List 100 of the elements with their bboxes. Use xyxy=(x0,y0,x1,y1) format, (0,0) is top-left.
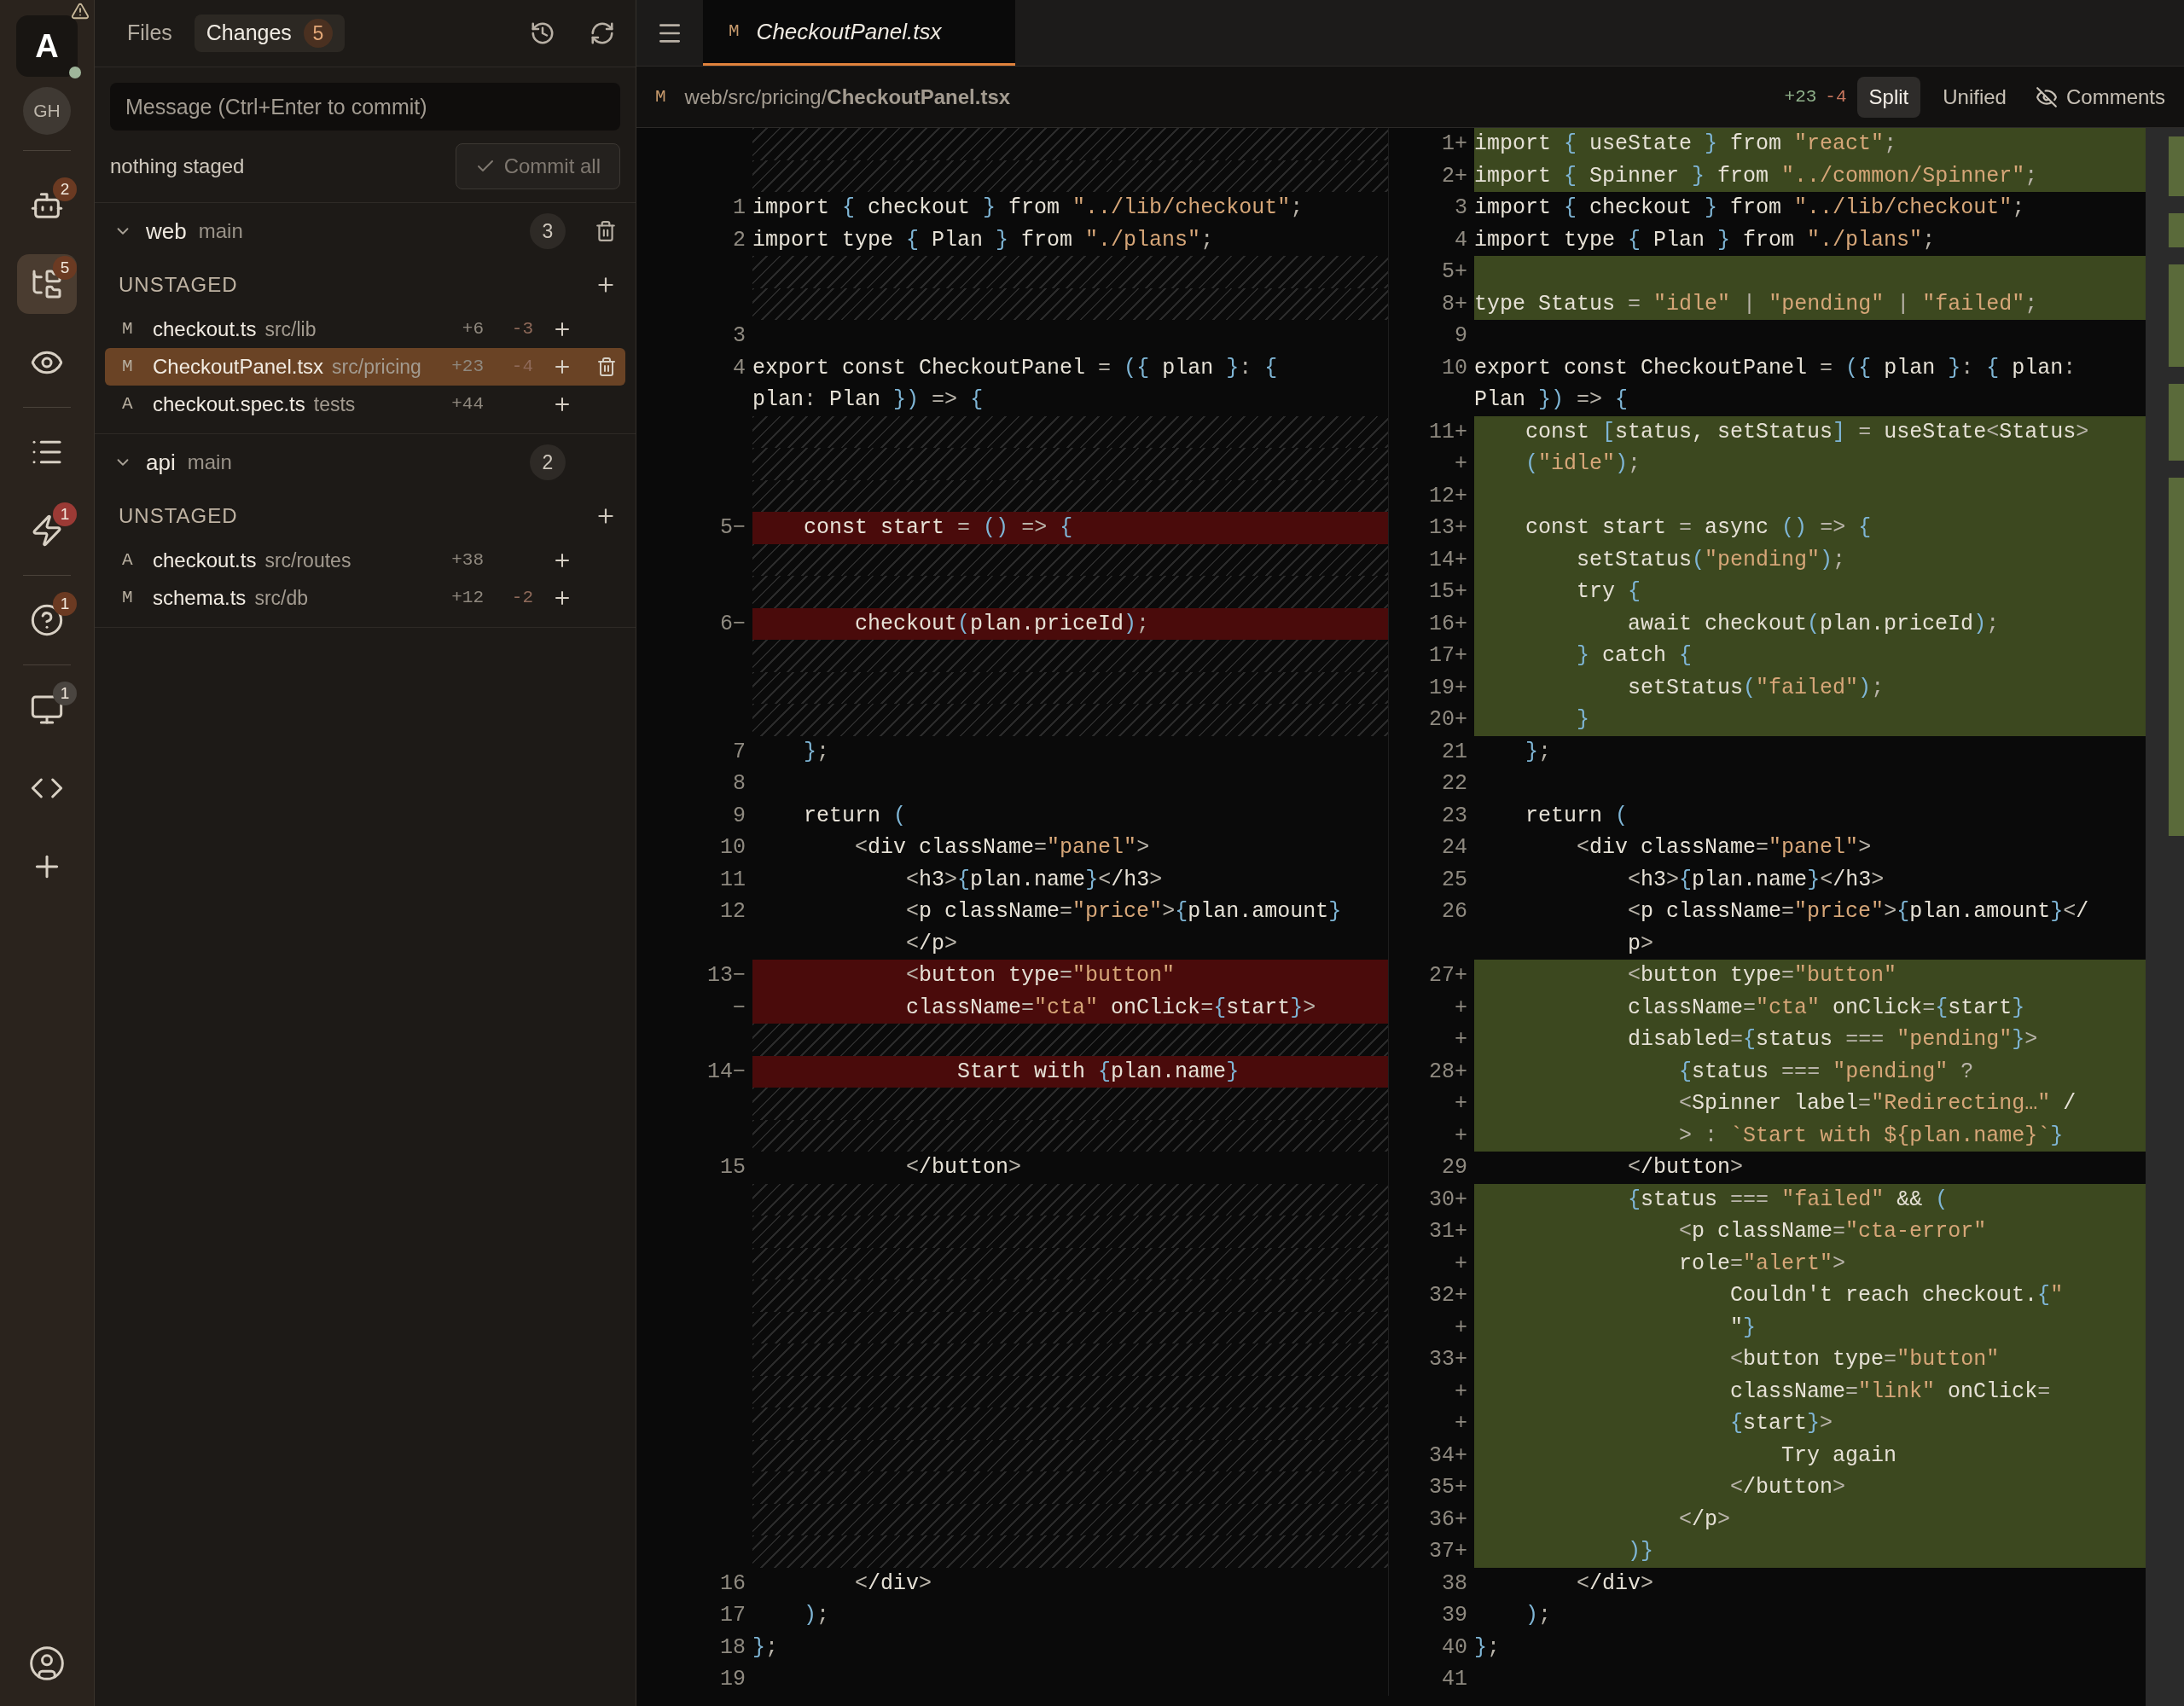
view-mode-toggle[interactable]: Split xyxy=(1856,76,1921,118)
code-line: <h3>{plan.name}</h3> xyxy=(1627,866,1885,894)
code-line: export const CheckoutPanel = ({ plan }: { plan: xyxy=(1474,354,2077,382)
file-name: checkout.ts xyxy=(153,316,257,342)
file-row[interactable]: A checkout.ts src/routes +38 xyxy=(105,542,625,579)
line-number: 32+ xyxy=(1429,1285,1467,1307)
line-number: 4 xyxy=(733,357,746,379)
activity-button[interactable]: 5 xyxy=(17,254,77,314)
history-icon[interactable] xyxy=(530,20,555,46)
line-number: 18 xyxy=(720,1636,746,1658)
line-number: 21 xyxy=(1442,740,1467,763)
line-number: 5+ xyxy=(1442,261,1467,283)
repo-name: api xyxy=(146,448,176,477)
eye-off-icon xyxy=(2035,85,2058,108)
line-number: 33+ xyxy=(1429,1349,1467,1371)
branch-name: main xyxy=(198,218,243,244)
view-mode-toggle[interactable]: Unified xyxy=(1931,76,2018,118)
commit-message-field[interactable]: Message (Ctrl+Enter to commit) xyxy=(110,83,620,131)
editor-tab[interactable]: M CheckoutPanel.tsx xyxy=(703,0,1015,66)
line-number: 8 xyxy=(733,773,746,795)
line-number: 13− xyxy=(707,965,746,987)
line-number: 19+ xyxy=(1429,676,1467,699)
line-number: 3 xyxy=(733,325,746,347)
comments-button[interactable]: Comments xyxy=(2035,81,2165,113)
file-directory: src/routes xyxy=(264,548,351,573)
workspace-button[interactable]: A xyxy=(16,15,78,77)
code-line: <h3>{plan.name}</h3> xyxy=(905,866,1164,894)
repo-name: web xyxy=(146,217,187,246)
file-row[interactable]: A checkout.spec.ts tests +44 xyxy=(105,386,625,423)
line-number: 16 xyxy=(720,1572,746,1594)
file-name: checkout.ts xyxy=(153,548,257,573)
line-number: 24 xyxy=(1442,837,1467,859)
code-line: }; xyxy=(1525,738,1553,766)
profile-icon[interactable] xyxy=(28,1645,66,1682)
line-number: 8+ xyxy=(1442,293,1467,315)
code-line: ); xyxy=(803,1602,831,1629)
trash-icon[interactable] xyxy=(596,357,617,377)
refresh-icon[interactable] xyxy=(590,20,615,46)
file-status: A xyxy=(122,549,134,572)
code-line: return ( xyxy=(803,802,908,830)
additions-count: +38 xyxy=(451,549,484,572)
line-number: 4 xyxy=(1455,229,1467,251)
line-number: + xyxy=(1455,1252,1467,1274)
file-status: M xyxy=(729,20,740,44)
file-status: M xyxy=(122,587,134,610)
code-line: }; xyxy=(752,1633,780,1662)
activity-button[interactable]: 1 xyxy=(17,501,77,560)
section-heading: UNSTAGED xyxy=(119,503,238,529)
line-number: 38 xyxy=(1442,1572,1467,1594)
code-line: import type { Plan } from "./plans"; xyxy=(1474,226,1937,254)
code-line: import { checkout } from "../lib/checkout"; xyxy=(752,194,1304,222)
file-name: CheckoutPanel.tsx xyxy=(153,354,324,380)
code-line: }; xyxy=(1474,1633,1502,1662)
additions-count: +6 xyxy=(462,318,484,341)
line-number: 40 xyxy=(1442,1636,1467,1658)
line-number: + xyxy=(1455,1093,1467,1115)
line-number: 10 xyxy=(1442,357,1467,379)
line-number: 29 xyxy=(1442,1157,1467,1179)
line-number: + xyxy=(1455,1124,1467,1146)
file-directory: src/db xyxy=(254,585,308,611)
file-row[interactable]: M checkout.ts src/lib +6 -3 xyxy=(105,310,625,348)
line-number: 1 xyxy=(733,197,746,219)
tab-label: CheckoutPanel.tsx xyxy=(756,17,942,46)
line-number: 2+ xyxy=(1442,165,1467,187)
activity-button[interactable]: 1 xyxy=(17,590,77,650)
count-badge: 5 xyxy=(303,19,333,48)
activity-button[interactable]: 2 xyxy=(17,176,77,235)
code-line: }; xyxy=(803,738,831,766)
deletions-count: -3 xyxy=(511,318,533,341)
line-number: 13+ xyxy=(1429,517,1467,539)
line-number: 27+ xyxy=(1429,965,1467,987)
line-number: 41 xyxy=(1442,1668,1467,1691)
line-number: 7 xyxy=(733,740,746,763)
line-number: 30+ xyxy=(1429,1188,1467,1210)
file-status: M xyxy=(122,356,134,379)
line-number: 16+ xyxy=(1429,612,1467,635)
panel-tab[interactable]: Changes 5 xyxy=(194,15,345,52)
additions-count: +12 xyxy=(451,587,484,610)
code-line: import { checkout } from "../lib/checkout"; xyxy=(1474,194,2026,222)
code-line: plan: Plan }) => { xyxy=(752,386,985,414)
line-number: + xyxy=(1455,1316,1467,1338)
account-avatar[interactable]: GH xyxy=(23,87,71,135)
notification-badge: 2 xyxy=(53,177,77,201)
line-number: + xyxy=(1455,1413,1467,1435)
line-number: 31+ xyxy=(1429,1221,1467,1243)
line-number: + xyxy=(1455,1380,1467,1402)
file-name: schema.ts xyxy=(153,585,247,611)
panel-tab[interactable]: Files xyxy=(115,15,184,52)
file-row[interactable]: M schema.ts src/db +12 -2 xyxy=(105,579,625,617)
trash-icon[interactable] xyxy=(595,220,617,242)
file-status: M xyxy=(122,318,134,341)
line-number: 17+ xyxy=(1429,645,1467,667)
code-line: <div className="panel"> xyxy=(854,834,1151,862)
line-number: 3 xyxy=(1455,197,1467,219)
additions-count: +23 xyxy=(1784,85,1817,108)
line-number: 1+ xyxy=(1442,133,1467,155)
activity-button[interactable]: 1 xyxy=(17,680,77,740)
line-number: 14+ xyxy=(1429,548,1467,571)
line-number: 15 xyxy=(720,1157,746,1179)
count-badge: 3 xyxy=(530,213,566,249)
